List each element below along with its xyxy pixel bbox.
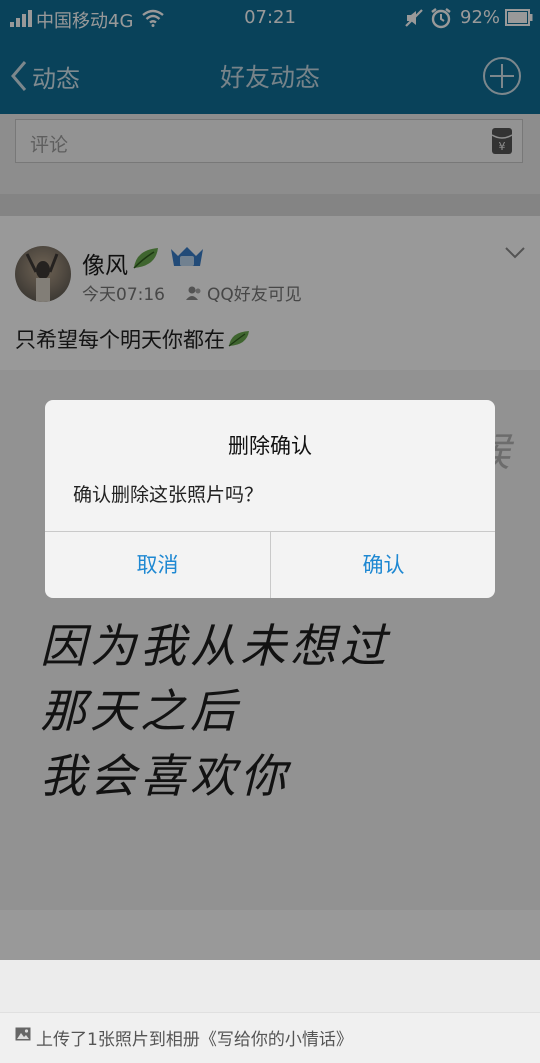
image-icon (15, 1027, 31, 1041)
delete-confirm-dialog: 删除确认 确认删除这张照片吗？ 取消 确认 (45, 400, 495, 598)
upload-info-text: 上传了1张照片到相册《写给你的小情话》 (36, 1030, 353, 1050)
cancel-button[interactable]: 取消 (45, 532, 270, 598)
upload-info-bar: 上传了1张照片到相册《写给你的小情话》 (0, 1012, 540, 1063)
dialog-title: 删除确认 (228, 434, 312, 458)
dialog-message: 确认删除这张照片吗？ (73, 484, 264, 506)
confirm-button[interactable]: 确认 (271, 532, 495, 598)
